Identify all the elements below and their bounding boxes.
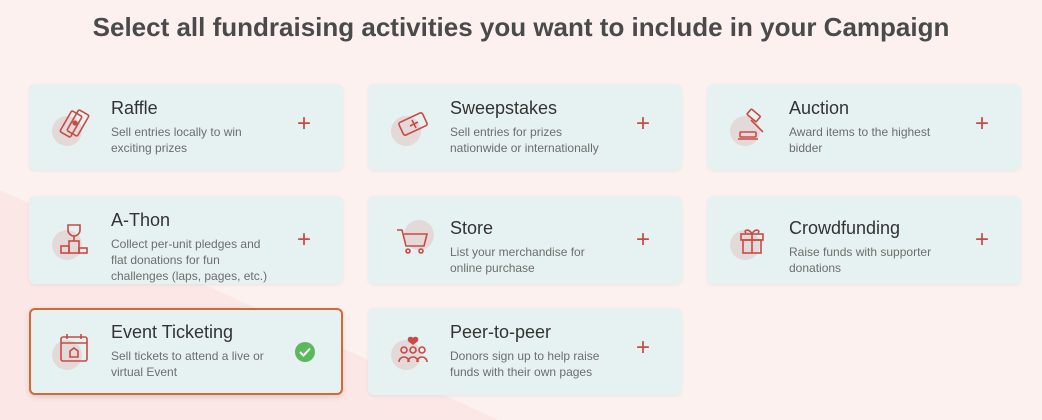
selected-check-icon[interactable] — [295, 342, 315, 362]
activity-title: Sweepstakes — [450, 98, 558, 118]
activity-description: List your merchandise for online purchas… — [450, 245, 585, 275]
gift-box-icon — [727, 220, 777, 266]
activity-description: Raise funds with supporter donations — [789, 245, 932, 275]
sweepstakes-ticket-icon — [388, 106, 438, 152]
add-raffle-button[interactable]: + — [297, 112, 311, 136]
trophy-podium-icon — [49, 220, 99, 266]
activity-title: Raffle — [111, 98, 158, 118]
event-calendar-icon — [49, 330, 99, 376]
activity-description: Award items to the highest bidder — [789, 125, 931, 155]
add-auction-button[interactable]: + — [975, 112, 989, 136]
activity-card-crowdfunding[interactable]: Crowdfunding Raise funds with supporter … — [707, 196, 1021, 284]
activity-card-a-thon[interactable]: A-Thon Collect per-unit pledges and flat… — [29, 196, 343, 284]
activity-card-sweepstakes[interactable]: Sweepstakes Sell entries for prizes nati… — [368, 84, 682, 170]
activity-description: Sell entries for prizes nationwide or in… — [450, 125, 599, 155]
activity-title: A-Thon — [111, 210, 171, 230]
add-a-thon-button[interactable]: + — [297, 228, 311, 252]
add-store-button[interactable]: + — [636, 228, 650, 252]
activity-grid: Raffle Sell entries locally to win excit… — [0, 0, 1042, 420]
activity-title: Store — [450, 218, 494, 238]
activity-description: Collect per-unit pledges and flat donati… — [111, 237, 268, 283]
add-crowdfunding-button[interactable]: + — [975, 228, 989, 252]
activity-title: Crowdfunding — [789, 218, 901, 238]
activity-card-auction[interactable]: Auction Award items to the highest bidde… — [707, 84, 1021, 170]
add-sweepstakes-button[interactable]: + — [636, 112, 650, 136]
activity-card-store[interactable]: Store List your merchandise for online p… — [368, 196, 682, 284]
gavel-icon — [727, 106, 777, 152]
activity-title: Peer-to-peer — [450, 322, 552, 342]
add-peer-to-peer-button[interactable]: + — [636, 336, 650, 360]
activity-description: Donors sign up to help raise funds with … — [450, 349, 600, 379]
activity-description: Sell entries locally to win exciting pri… — [111, 125, 242, 155]
activity-card-raffle[interactable]: Raffle Sell entries locally to win excit… — [29, 84, 343, 170]
activity-card-event-ticketing[interactable]: Event Ticketing Sell tickets to attend a… — [29, 308, 343, 395]
shopping-cart-icon — [388, 220, 438, 266]
activity-card-peer-to-peer[interactable]: Peer-to-peer Donors sign up to help rais… — [368, 308, 682, 395]
raffle-ticket-icon — [49, 106, 99, 152]
activity-description: Sell tickets to attend a live or virtual… — [111, 349, 264, 379]
people-heart-icon — [388, 330, 438, 376]
activity-title: Auction — [789, 98, 850, 118]
activity-title: Event Ticketing — [111, 322, 234, 342]
